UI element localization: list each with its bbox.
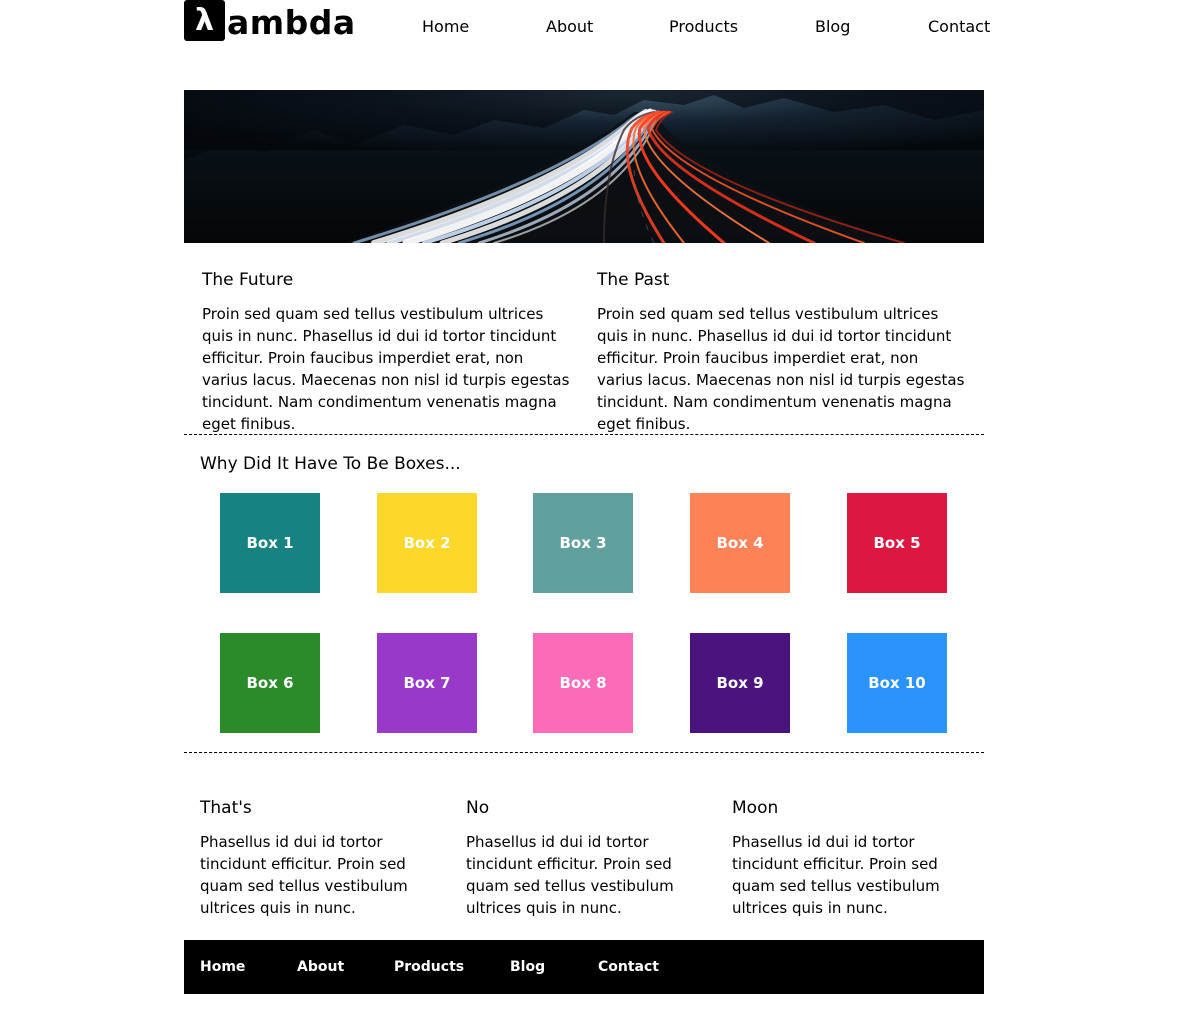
box-3: Box 3 [533, 493, 633, 593]
intro-column-body: Proin sed quam sed tellus vestibulum ult… [597, 305, 965, 433]
site-header: λ ambda Home About Products Blog Contact [184, 0, 990, 90]
bottom-column-body: Phasellus id dui id tortor tincidunt eff… [466, 833, 674, 917]
bottom-column-body: Phasellus id dui id tortor tincidunt eff… [200, 833, 408, 917]
box-7: Box 7 [377, 633, 477, 733]
page-container: λ ambda Home About Products Blog Contact [184, 0, 990, 994]
intro-column-body: Proin sed quam sed tellus vestibulum ult… [202, 305, 570, 433]
box-8: Box 8 [533, 633, 633, 733]
footer-link-about[interactable]: About [297, 958, 344, 976]
intro-column-title: The Past [597, 270, 670, 290]
boxes-section: Why Did It Have To Be Boxes... Box 1 Box… [184, 435, 984, 752]
site-footer: Home About Products Blog Contact [184, 940, 984, 994]
nav-link-home[interactable]: Home [422, 17, 469, 37]
box-6: Box 6 [220, 633, 320, 733]
intro-column-title: The Future [202, 270, 294, 290]
box-10: Box 10 [847, 633, 947, 733]
footer-link-home[interactable]: Home [200, 958, 245, 976]
bottom-column-moon: Moon Phasellus id dui id tortor tincidun… [732, 797, 947, 919]
bottom-section: That's Phasellus id dui id tortor tincid… [184, 753, 984, 940]
box-5: Box 5 [847, 493, 947, 593]
bottom-column-title: That's [200, 798, 252, 818]
intro-column-past: The Past Proin sed quam sed tellus vesti… [597, 269, 967, 435]
nav-link-contact[interactable]: Contact [928, 17, 990, 37]
bottom-column-thats: That's Phasellus id dui id tortor tincid… [200, 797, 415, 919]
nav-link-products[interactable]: Products [669, 17, 738, 37]
box-2: Box 2 [377, 493, 477, 593]
box-4: Box 4 [690, 493, 790, 593]
bottom-column-title: No [466, 798, 490, 818]
box-9: Box 9 [690, 633, 790, 733]
footer-link-blog[interactable]: Blog [510, 958, 545, 976]
bottom-column-no: No Phasellus id dui id tortor tincidunt … [466, 797, 681, 919]
hero-image [184, 90, 984, 243]
main-nav: Home About Products Blog Contact [184, 17, 990, 39]
intro-column-future: The Future Proin sed quam sed tellus ves… [202, 269, 572, 435]
bottom-column-title: Moon [732, 798, 779, 818]
bottom-column-body: Phasellus id dui id tortor tincidunt eff… [732, 833, 940, 917]
nav-link-blog[interactable]: Blog [815, 17, 850, 37]
footer-link-contact[interactable]: Contact [598, 958, 659, 976]
footer-link-products[interactable]: Products [394, 958, 464, 976]
nav-link-about[interactable]: About [546, 17, 593, 37]
box-1: Box 1 [220, 493, 320, 593]
intro-section: The Future Proin sed quam sed tellus ves… [184, 243, 984, 434]
boxes-title: Why Did It Have To Be Boxes... [200, 454, 461, 474]
